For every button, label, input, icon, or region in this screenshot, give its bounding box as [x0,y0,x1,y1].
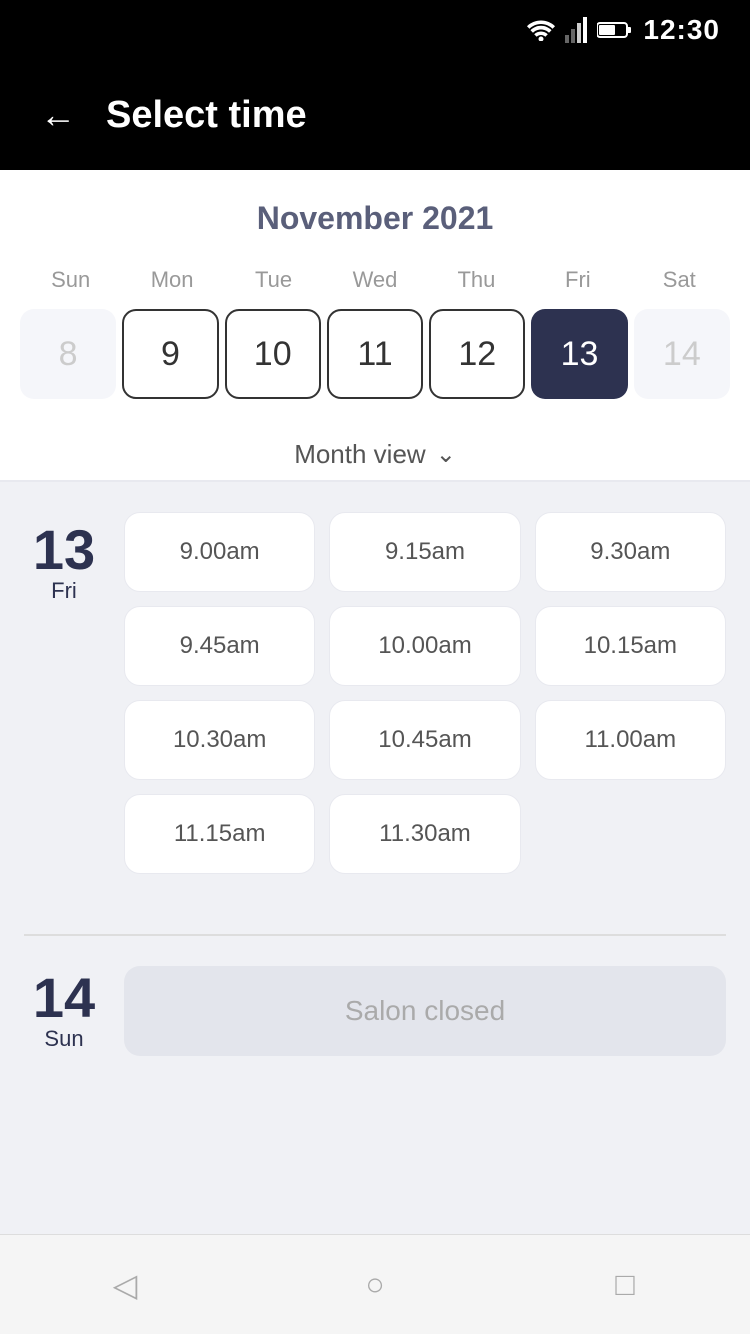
day-header-sat: Sat [629,261,730,299]
day-header-fri: Fri [527,261,628,299]
time-slot-1100am[interactable]: 11.00am [535,700,726,780]
day-header-tue: Tue [223,261,324,299]
month-view-label: Month view [294,439,426,470]
nav-bar: ◁ ○ □ [0,1234,750,1334]
day-9[interactable]: 9 [122,309,218,399]
time-slot-1030am[interactable]: 10.30am [124,700,315,780]
day-name-14: Sun [44,1026,83,1052]
calendar-month-year: November 2021 [20,200,730,237]
day-8[interactable]: 8 [20,309,116,399]
time-slot-945am[interactable]: 9.45am [124,606,315,686]
day-number-13: 13 [33,522,95,578]
day-13[interactable]: 13 [531,309,627,399]
closed-content: 14 Sun Salon closed [24,966,726,1056]
nav-back-icon: ◁ [113,1266,138,1304]
nav-home-icon: ○ [365,1266,384,1303]
time-slot-1130am[interactable]: 11.30am [329,794,520,874]
salon-closed-badge: Salon closed [124,966,726,1056]
time-slots-grid-13: 9.00am 9.15am 9.30am 9.45am 10.00am 10.1… [124,512,726,874]
section-divider [24,934,726,936]
time-slot-1115am[interactable]: 11.15am [124,794,315,874]
day-number-14: 14 [33,970,95,1026]
time-section-13: 13 Fri 9.00am 9.15am 9.30am 9.45am 10.00… [0,482,750,904]
nav-home-button[interactable]: ○ [335,1245,415,1325]
time-slot-930am[interactable]: 9.30am [535,512,726,592]
day-12[interactable]: 12 [429,309,525,399]
chevron-down-icon: ⌄ [436,440,456,469]
status-icons: 12:30 [527,14,720,46]
nav-recent-button[interactable]: □ [585,1245,665,1325]
wifi-icon [527,19,555,41]
time-slot-1045am[interactable]: 10.45am [329,700,520,780]
day-label-13: 13 Fri [24,512,104,604]
time-slot-915am[interactable]: 9.15am [329,512,520,592]
calendar-section: November 2021 Sun Mon Tue Wed Thu Fri Sa… [0,170,750,419]
time-slot-900am[interactable]: 9.00am [124,512,315,592]
day-14[interactable]: 14 [634,309,730,399]
time-slot-1015am[interactable]: 10.15am [535,606,726,686]
signal-icon [565,17,587,43]
battery-icon [597,20,633,40]
day-name-13: Fri [51,578,77,604]
back-button[interactable]: ← [40,97,76,133]
page-title: Select time [106,94,307,137]
day-11[interactable]: 11 [327,309,423,399]
closed-section-14: 14 Sun Salon closed [0,904,750,1086]
nav-back-button[interactable]: ◁ [85,1245,165,1325]
calendar-day-headers: Sun Mon Tue Wed Thu Fri Sat [20,261,730,299]
day-label-14: 14 Sun [24,970,104,1052]
status-bar: 12:30 [0,0,750,60]
nav-recent-icon: □ [615,1266,634,1303]
day-header-thu: Thu [426,261,527,299]
status-time: 12:30 [643,14,720,46]
month-view-toggle[interactable]: Month view ⌄ [0,419,750,480]
day-header-mon: Mon [121,261,222,299]
day-header-sun: Sun [20,261,121,299]
app-header: ← Select time [0,60,750,170]
week-row: 8 9 10 11 12 13 14 [20,309,730,399]
day-header-wed: Wed [324,261,425,299]
day-10[interactable]: 10 [225,309,321,399]
time-slot-1000am[interactable]: 10.00am [329,606,520,686]
